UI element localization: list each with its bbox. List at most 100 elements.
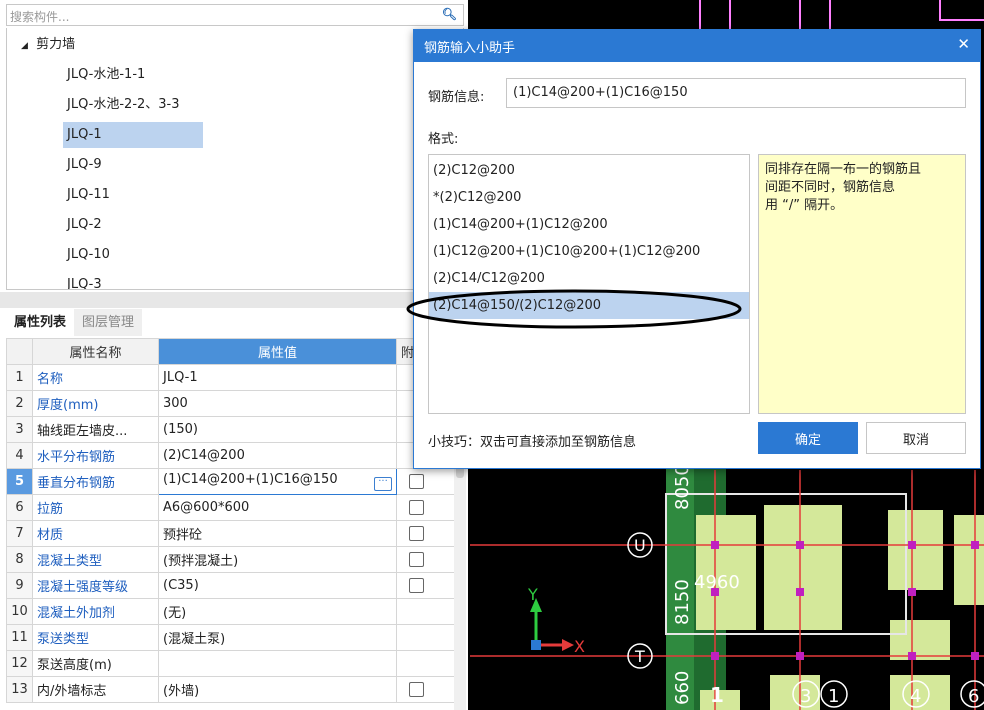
- property-value[interactable]: (1)C14@200+(1)C16@150: [163, 472, 338, 487]
- format-item[interactable]: (2)C12@200: [429, 157, 749, 184]
- property-value[interactable]: 300: [158, 390, 397, 417]
- attach-checkbox[interactable]: [409, 474, 424, 489]
- format-item[interactable]: (1)C14@200+(1)C12@200: [429, 211, 749, 238]
- tree-item[interactable]: JLQ-2: [63, 212, 106, 238]
- property-value[interactable]: 预拌砼: [158, 520, 397, 547]
- tree-item[interactable]: JLQ-10: [63, 242, 114, 268]
- property-value[interactable]: (无): [158, 598, 397, 625]
- search-icon[interactable]: 🔍︎: [442, 7, 457, 21]
- row-index: 1: [6, 364, 33, 391]
- ok-button[interactable]: 确定: [758, 422, 858, 454]
- row-index: 7: [6, 520, 33, 547]
- table-row[interactable]: 13 内/外墙标志 (外墙): [6, 676, 455, 703]
- table-row[interactable]: 11 泵送类型 (混凝土泵): [6, 624, 455, 651]
- row-index: 8: [6, 546, 33, 573]
- attach-cell: [396, 650, 455, 677]
- property-value[interactable]: (C35): [158, 572, 397, 599]
- table-row[interactable]: 8 混凝土类型 (预拌混凝土): [6, 546, 455, 573]
- tree-item[interactable]: JLQ-9: [63, 152, 106, 178]
- property-value-editor[interactable]: (1)C14@200+(1)C16@150 ···: [158, 468, 397, 495]
- property-name: 混凝土类型: [32, 546, 159, 573]
- table-row[interactable]: 2 厚度(mm) 300: [6, 390, 455, 417]
- property-value[interactable]: A6@600*600: [158, 494, 397, 521]
- property-name: 拉筋: [32, 494, 159, 521]
- grid-header-name: 属性名称: [32, 338, 159, 365]
- property-name: 混凝土外加剂: [32, 598, 159, 625]
- format-hint: 同排存在隔一布一的钢筋且 间距不同时，钢筋信息 用 “/” 隔开。: [758, 154, 966, 414]
- property-name: 名称: [32, 364, 159, 391]
- more-options-icon[interactable]: ···: [374, 477, 392, 491]
- cancel-button[interactable]: 取消: [866, 422, 966, 454]
- tree-item[interactable]: JLQ-3: [63, 272, 106, 289]
- row-index: 5: [6, 468, 33, 495]
- axis-bubble-3: 3: [800, 686, 811, 707]
- row-index: 10: [6, 598, 33, 625]
- property-value[interactable]: (外墙): [158, 676, 397, 703]
- format-item-selected[interactable]: (2)C14@150/(2)C12@200: [429, 292, 749, 319]
- tree-root-shear-wall[interactable]: ◢ 剪力墙: [21, 32, 75, 58]
- property-value[interactable]: JLQ-1: [158, 364, 397, 391]
- attach-checkbox[interactable]: [409, 526, 424, 541]
- attach-checkbox[interactable]: [409, 682, 424, 697]
- row-index: 12: [6, 650, 33, 677]
- format-list[interactable]: (2)C12@200 *(2)C12@200 (1)C14@200+(1)C12…: [428, 154, 750, 414]
- axis-bubble-u: U: [634, 536, 646, 555]
- row-index: 4: [6, 442, 33, 469]
- ucs-y-label: Y: [527, 585, 538, 604]
- table-row[interactable]: 4 水平分布钢筋 (2)C14@200: [6, 442, 455, 469]
- search-box[interactable]: 搜索构件... 🔍︎: [6, 4, 464, 26]
- attach-checkbox[interactable]: [409, 578, 424, 593]
- property-name: 垂直分布钢筋: [32, 468, 159, 495]
- row-index: 11: [6, 624, 33, 651]
- attach-cell: [396, 546, 455, 573]
- property-name: 材质: [32, 520, 159, 547]
- axis-bubble-6: 6: [968, 686, 979, 707]
- dim-8150: 8150: [672, 579, 693, 625]
- row-index: 2: [6, 390, 33, 417]
- tree-item[interactable]: JLQ-水池-2-2、3-3: [63, 92, 184, 118]
- tree-item[interactable]: JLQ-水池-1-1: [63, 62, 149, 88]
- rebar-info-label: 钢筋信息:: [428, 90, 485, 105]
- property-value[interactable]: (150): [158, 416, 397, 443]
- table-row[interactable]: 7 材质 预拌砼: [6, 520, 455, 547]
- search-input[interactable]: 搜索构件...: [10, 8, 69, 25]
- attach-checkbox[interactable]: [409, 552, 424, 567]
- property-value[interactable]: (2)C14@200: [158, 442, 397, 469]
- axis-bubble-4: 4: [910, 686, 921, 707]
- rebar-input-dialog: 钢筋输入小助手 ✕ 钢筋信息: (1)C14@200+(1)C16@150 格式…: [413, 29, 981, 469]
- rebar-info-input[interactable]: (1)C14@200+(1)C16@150: [506, 78, 966, 108]
- attach-checkbox[interactable]: [409, 500, 424, 515]
- table-row[interactable]: 3 轴线距左墙皮... (150): [6, 416, 455, 443]
- tree-item[interactable]: JLQ-11: [63, 182, 114, 208]
- grid-header-value: 属性值: [158, 338, 397, 365]
- row-index: 9: [6, 572, 33, 599]
- format-item[interactable]: (1)C12@200+(1)C10@200+(1)C12@200: [429, 238, 749, 265]
- table-row[interactable]: 9 混凝土强度等级 (C35): [6, 572, 455, 599]
- tab-layers[interactable]: 图层管理: [74, 309, 143, 336]
- panel-splitter[interactable]: [0, 292, 468, 308]
- expand-icon[interactable]: ◢: [21, 41, 28, 51]
- table-row[interactable]: 12 泵送高度(m): [6, 650, 455, 677]
- table-row[interactable]: 6 拉筋 A6@600*600: [6, 494, 455, 521]
- property-value[interactable]: (混凝土泵): [158, 624, 397, 651]
- format-item[interactable]: *(2)C12@200: [429, 184, 749, 211]
- property-value[interactable]: [158, 650, 397, 677]
- axis-bubble-1: 1: [710, 683, 724, 707]
- grid-header-row: 属性名称 属性值 附: [6, 338, 455, 365]
- table-row[interactable]: 1 名称 JLQ-1: [6, 364, 455, 391]
- format-item[interactable]: (2)C14/C12@200: [429, 265, 749, 292]
- close-icon[interactable]: ✕: [957, 35, 970, 53]
- property-name: 泵送高度(m): [32, 650, 159, 677]
- property-name: 混凝土强度等级: [32, 572, 159, 599]
- table-row[interactable]: 10 混凝土外加剂 (无): [6, 598, 455, 625]
- dim-8050: 8050: [672, 464, 693, 510]
- tree-item-selected[interactable]: JLQ-1: [63, 122, 203, 148]
- row-index: 3: [6, 416, 33, 443]
- property-tabs: 属性列表 图层管理: [6, 309, 143, 337]
- table-row-current[interactable]: 5 垂直分布钢筋 (1)C14@200+(1)C16@150 ···: [6, 468, 455, 495]
- attach-cell: [396, 494, 455, 521]
- property-value[interactable]: (预拌混凝土): [158, 546, 397, 573]
- dialog-titlebar[interactable]: 钢筋输入小助手 ✕: [414, 30, 980, 62]
- axis-bubble-1b: 1: [828, 686, 839, 707]
- tab-properties[interactable]: 属性列表: [6, 309, 75, 336]
